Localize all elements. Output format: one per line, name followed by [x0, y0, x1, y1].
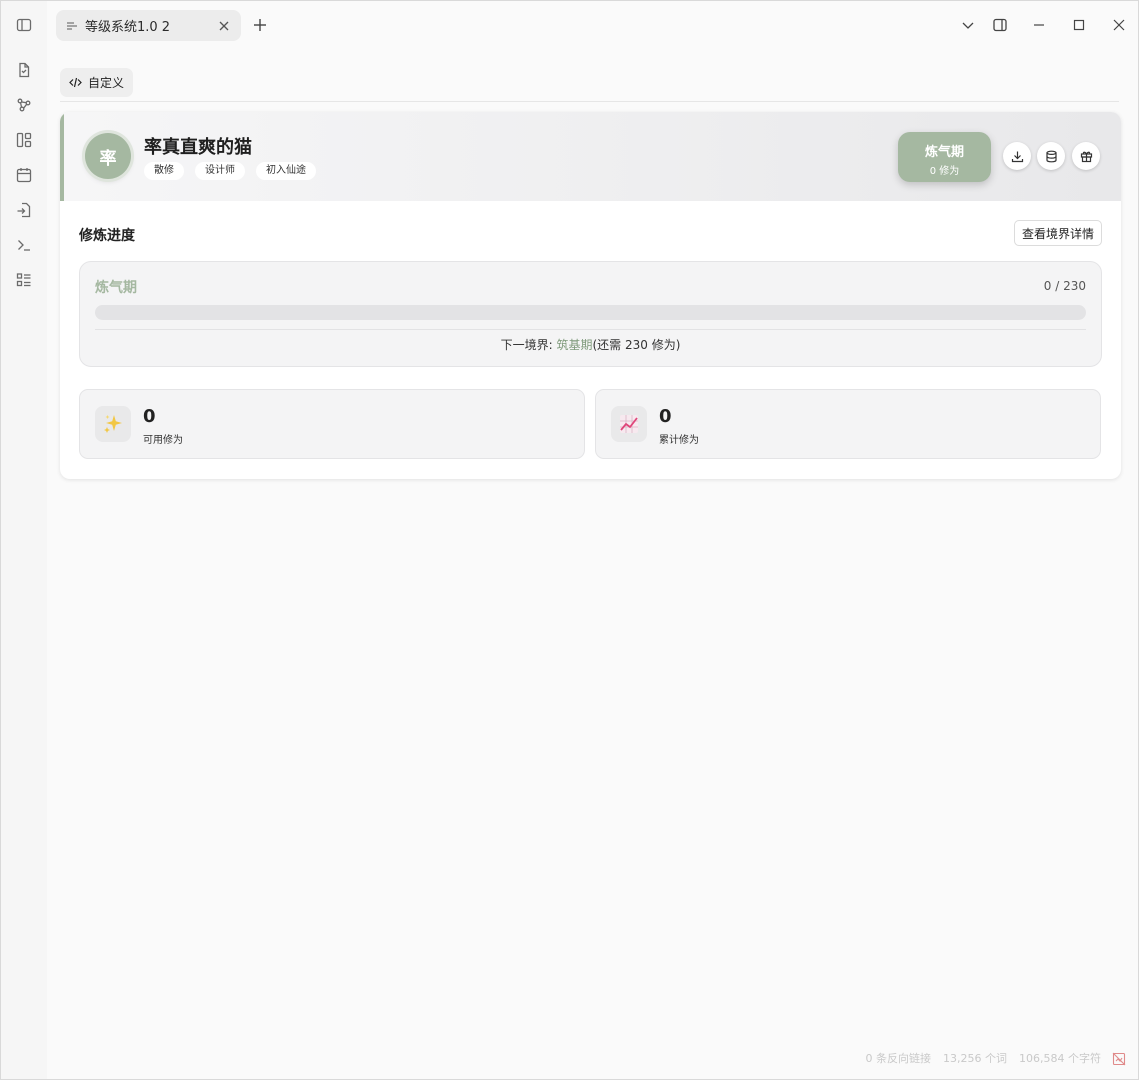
tab-title: 等级系统1.0 2: [85, 20, 171, 35]
terminal-icon[interactable]: [12, 233, 36, 257]
sidebar-toggle-icon[interactable]: [12, 13, 36, 37]
download-button[interactable]: [1003, 142, 1031, 170]
next-realm-suffix: (还需 230 修为): [592, 338, 681, 352]
gift-button[interactable]: [1072, 142, 1100, 170]
left-ribbon: [1, 1, 47, 1079]
section-title: 修炼进度: [79, 228, 135, 244]
stat-label: 可用修为: [143, 435, 183, 446]
progress-divider: [95, 329, 1086, 330]
plus-icon[interactable]: [251, 16, 269, 34]
current-realm: 炼气期: [95, 280, 137, 296]
progress-panel: 炼气期 0 / 230 下一境界: 筑基期(还需 230 修为): [79, 261, 1102, 367]
tag: 散修: [144, 162, 184, 180]
code-icon: [69, 76, 82, 89]
minimize-icon[interactable]: [1030, 16, 1048, 34]
word-count: 13,256 个词: [943, 1052, 1008, 1065]
database-button[interactable]: [1037, 142, 1065, 170]
close-icon[interactable]: [217, 19, 231, 33]
tag: 设计师: [195, 162, 245, 180]
avatar: 率: [85, 133, 131, 179]
chart-up-icon: [611, 406, 647, 442]
sync-off-icon[interactable]: [1112, 1052, 1126, 1066]
realm-badge-button[interactable]: 炼气期 0 修为: [898, 132, 991, 182]
stat-card-total: 0 累计修为: [595, 389, 1101, 459]
profile-header: 率 率真直爽的猫 散修 设计师 初入仙途 炼气期 0 修为: [60, 112, 1121, 201]
graph-icon[interactable]: [12, 93, 36, 117]
title-bar: 等级系统1.0 2: [47, 1, 1138, 51]
file-icon[interactable]: [12, 58, 36, 82]
app-window: 等级系统1.0 2 自定义 率 率真直爽的猫 散修 设计师 初入仙途 炼气期 0…: [0, 0, 1139, 1080]
right-sidebar-icon[interactable]: [991, 16, 1009, 34]
stat-card-available: 0 可用修为: [79, 389, 585, 459]
tab-list-icon: [66, 20, 78, 32]
next-realm-prefix: 下一境界:: [500, 338, 557, 352]
import-icon[interactable]: [12, 198, 36, 222]
user-name: 率真直爽的猫: [144, 137, 252, 158]
calendar-icon[interactable]: [12, 163, 36, 187]
gift-icon: [1080, 151, 1092, 162]
window-close-icon[interactable]: [1110, 16, 1128, 34]
database-icon: [1045, 150, 1057, 162]
realm-badge-name: 炼气期: [924, 145, 964, 160]
tag: 初入仙途: [256, 162, 316, 180]
realm-detail-button[interactable]: 查看境界详情: [1014, 220, 1102, 246]
header-divider: [60, 101, 1119, 102]
backlinks-count[interactable]: 0 条反向链接: [866, 1050, 932, 1066]
progress-bar: [95, 305, 1086, 320]
chevron-down-icon[interactable]: [959, 16, 977, 34]
next-realm-info: 下一境界: 筑基期(还需 230 修为): [80, 336, 1101, 353]
maximize-icon[interactable]: [1070, 16, 1088, 34]
cultivation-card: 率 率真直爽的猫 散修 设计师 初入仙途 炼气期 0 修为 修炼进度 查看境界详…: [60, 112, 1121, 479]
stat-value: 0: [143, 406, 156, 427]
stat-value: 0: [659, 406, 672, 427]
next-realm-name: 筑基期: [556, 338, 593, 352]
sparkles-icon: [95, 406, 131, 442]
status-bar: 0 条反向链接 13,256 个词 106,584 个字符: [866, 1050, 1101, 1066]
canvas-icon[interactable]: [12, 128, 36, 152]
custom-view-label: 自定义: [88, 76, 125, 90]
realm-badge-points: 0 修为: [929, 166, 960, 177]
tab-active[interactable]: 等级系统1.0 2: [56, 10, 241, 41]
tag-list: 散修 设计师 初入仙途: [144, 162, 316, 180]
list-icon[interactable]: [12, 268, 36, 292]
custom-view-button[interactable]: 自定义: [60, 68, 134, 97]
download-icon: [1011, 151, 1023, 162]
progress-count: 0 / 230: [1043, 279, 1086, 293]
stat-label: 累计修为: [659, 435, 699, 446]
char-count: 106,584 个字符: [1019, 1052, 1101, 1065]
